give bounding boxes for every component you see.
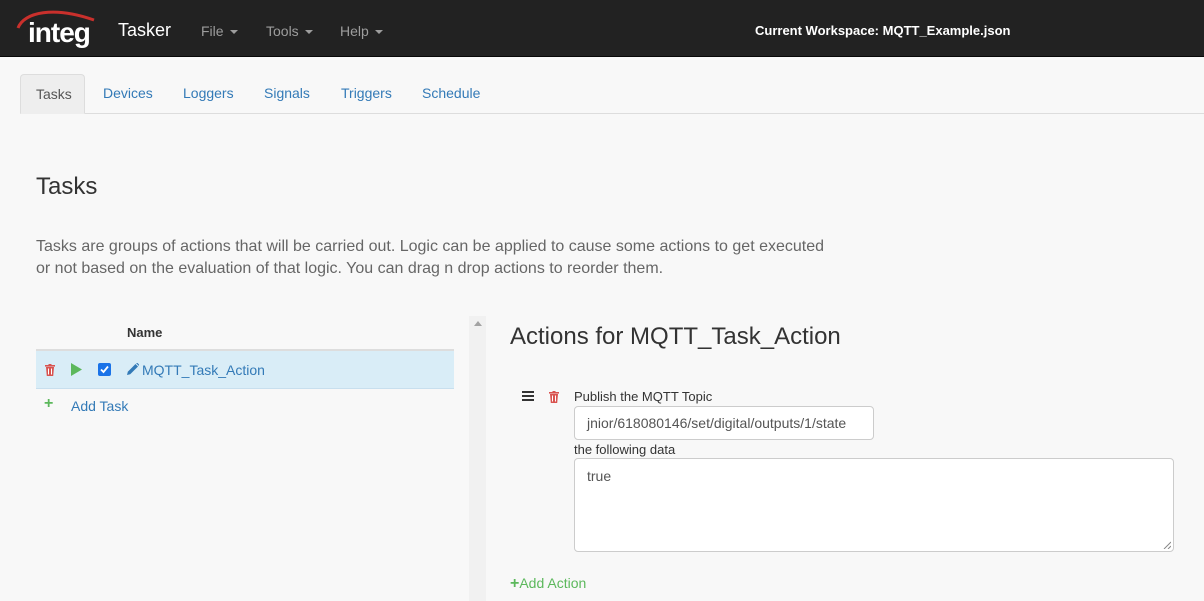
mqtt-data-textarea[interactable]: true <box>574 458 1174 552</box>
actions-title: Actions for MQTT_Task_Action <box>510 323 841 350</box>
add-task-label: Add Task <box>71 398 129 414</box>
menu-help-label: Help <box>340 23 369 39</box>
main-tabs: Tasks Devices Loggers Signals Triggers S… <box>20 74 1204 114</box>
integ-logo[interactable]: integ <box>14 6 98 52</box>
task-row[interactable]: MQTT_Task_Action <box>36 351 454 389</box>
add-action-label: Add Action <box>519 575 587 591</box>
tab-schedule[interactable]: Schedule <box>407 74 495 114</box>
tab-tasks[interactable]: Tasks <box>20 74 85 114</box>
plus-icon: + <box>510 575 520 592</box>
action-type-label: Publish the MQTT Topic <box>574 389 713 404</box>
task-name-link[interactable]: MQTT_Task_Action <box>142 362 265 378</box>
pencil-icon[interactable] <box>127 363 139 375</box>
play-icon[interactable] <box>71 363 82 376</box>
plus-icon: + <box>44 395 54 412</box>
menu-file[interactable]: File <box>201 23 238 39</box>
tab-devices[interactable]: Devices <box>88 74 168 114</box>
tab-triggers[interactable]: Triggers <box>326 74 407 114</box>
menu-tools-label: Tools <box>266 23 299 39</box>
caret-down-icon <box>304 30 313 35</box>
top-navbar: integ Tasker File Tools Help Current Wor… <box>0 0 1204 57</box>
scrollbar[interactable] <box>469 316 486 601</box>
app-brand[interactable]: Tasker <box>118 20 171 40</box>
data-label: the following data <box>574 442 676 457</box>
caret-down-icon <box>374 30 383 35</box>
trash-icon[interactable] <box>45 364 55 376</box>
tab-loggers[interactable]: Loggers <box>168 74 249 114</box>
page-description: Tasks are groups of actions that will be… <box>36 238 825 277</box>
page-title: Tasks <box>36 173 98 200</box>
scroll-up-arrow-icon[interactable] <box>474 321 482 326</box>
mqtt-topic-input[interactable]: jnior/618080146/set/digital/outputs/1/st… <box>574 406 874 440</box>
task-enabled-checkbox[interactable] <box>98 363 111 376</box>
menu-help[interactable]: Help <box>340 23 383 39</box>
check-icon <box>100 365 109 374</box>
delete-action-trash-icon[interactable] <box>549 391 559 403</box>
caret-down-icon <box>229 30 238 35</box>
current-workspace: Current Workspace: MQTT_Example.json <box>755 23 1011 38</box>
resize-grip-icon[interactable] <box>1163 541 1171 549</box>
column-header-name: Name <box>127 325 163 340</box>
logo-text: integ <box>28 17 90 48</box>
add-action-button[interactable]: +Add Action <box>510 575 586 592</box>
mqtt-data-value: true <box>587 468 612 484</box>
tab-signals[interactable]: Signals <box>249 74 325 114</box>
drag-handle-icon[interactable] <box>522 391 534 401</box>
menu-tools[interactable]: Tools <box>266 23 313 39</box>
menu-file-label: File <box>201 23 224 39</box>
